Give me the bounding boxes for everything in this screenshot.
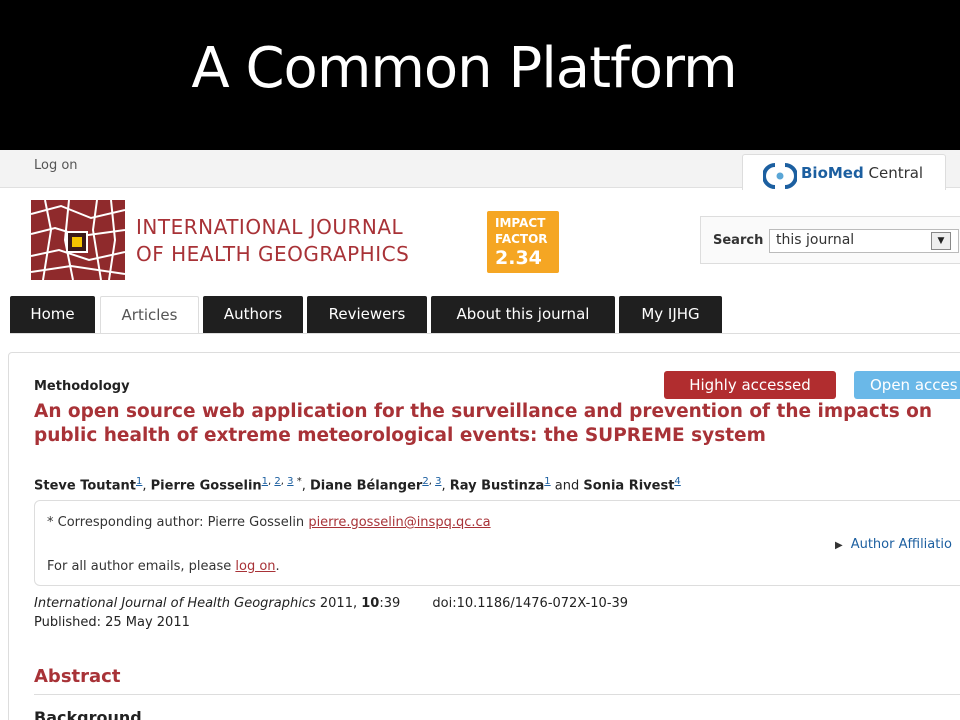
abstract-divider — [34, 694, 960, 695]
author-affiliations-toggle[interactable]: ▶ Author Affiliatio — [835, 537, 952, 552]
corresponding-email-link[interactable]: pierre.gosselin@inspq.qc.ca — [308, 515, 490, 530]
impact-factor-value: 2.34 — [495, 247, 542, 269]
article-type: Methodology — [34, 379, 130, 394]
top-bar: Log on BioMed Central — [0, 150, 960, 190]
author-name[interactable]: Sonia Rivest — [583, 478, 674, 493]
author-emails-note: For all author emails, please log on. — [47, 559, 280, 574]
abstract-heading: Abstract — [34, 666, 121, 687]
open-access-badge: Open acces — [854, 371, 960, 399]
browser-screenshot: Log on BioMed Central INTERNATIONAL JOUR… — [0, 150, 960, 720]
triangle-right-icon: ▶ — [835, 540, 843, 551]
author-name[interactable]: Diane Bélanger — [310, 478, 422, 493]
tab-my-ijhg[interactable]: My IJHG — [619, 296, 722, 334]
biomed-central-tab[interactable]: BioMed Central — [742, 154, 946, 190]
citation: International Journal of Health Geograph… — [34, 596, 629, 611]
journal-map-logo-icon — [31, 200, 125, 280]
chevron-down-icon[interactable]: ▼ — [931, 232, 951, 250]
doi: doi:10.1186/1476-072X-10-39 — [432, 596, 629, 611]
published-date: Published: 25 May 2011 — [34, 615, 190, 630]
author-list: Steve Toutant1, Pierre Gosselin1, 2, 3 *… — [34, 476, 681, 494]
journal-title: INTERNATIONAL JOURNAL OF HEALTH GEOGRAPH… — [136, 215, 410, 266]
search-label: Search — [713, 233, 764, 248]
author-name[interactable]: Pierre Gosselin — [151, 478, 262, 493]
corresponding-author-box: * Corresponding author: Pierre Gosselin … — [34, 500, 960, 586]
affiliation-ref[interactable]: 4 — [674, 476, 680, 487]
impact-factor-badge: IMPACT FACTOR 2.34 — [487, 211, 559, 273]
slide-title: A Common Platform — [191, 36, 737, 101]
emails-logon-link[interactable]: log on — [235, 559, 275, 574]
tab-articles[interactable]: Articles — [100, 296, 199, 334]
author-name[interactable]: Steve Toutant — [34, 478, 136, 493]
tab-authors[interactable]: Authors — [203, 296, 303, 334]
background-heading: Background — [34, 708, 142, 720]
tab-home[interactable]: Home — [10, 296, 95, 334]
slide-header: A Common Platform — [0, 0, 960, 150]
highly-accessed-badge: Highly accessed — [664, 371, 836, 399]
tabs-divider — [10, 333, 960, 334]
logon-link[interactable]: Log on — [34, 158, 78, 173]
corresponding-author: * Corresponding author: Pierre Gosselin … — [47, 515, 491, 530]
tab-about-this-journal[interactable]: About this journal — [431, 296, 615, 334]
biomed-central-logo-icon — [763, 163, 797, 189]
author-name[interactable]: Ray Bustinza — [450, 478, 545, 493]
search-panel: Search this journal ▼ — [700, 216, 960, 264]
biomed-central-wordmark: BioMed Central — [801, 164, 924, 182]
article-title: An open source web application for the s… — [34, 401, 933, 446]
tab-reviewers[interactable]: Reviewers — [307, 296, 427, 334]
